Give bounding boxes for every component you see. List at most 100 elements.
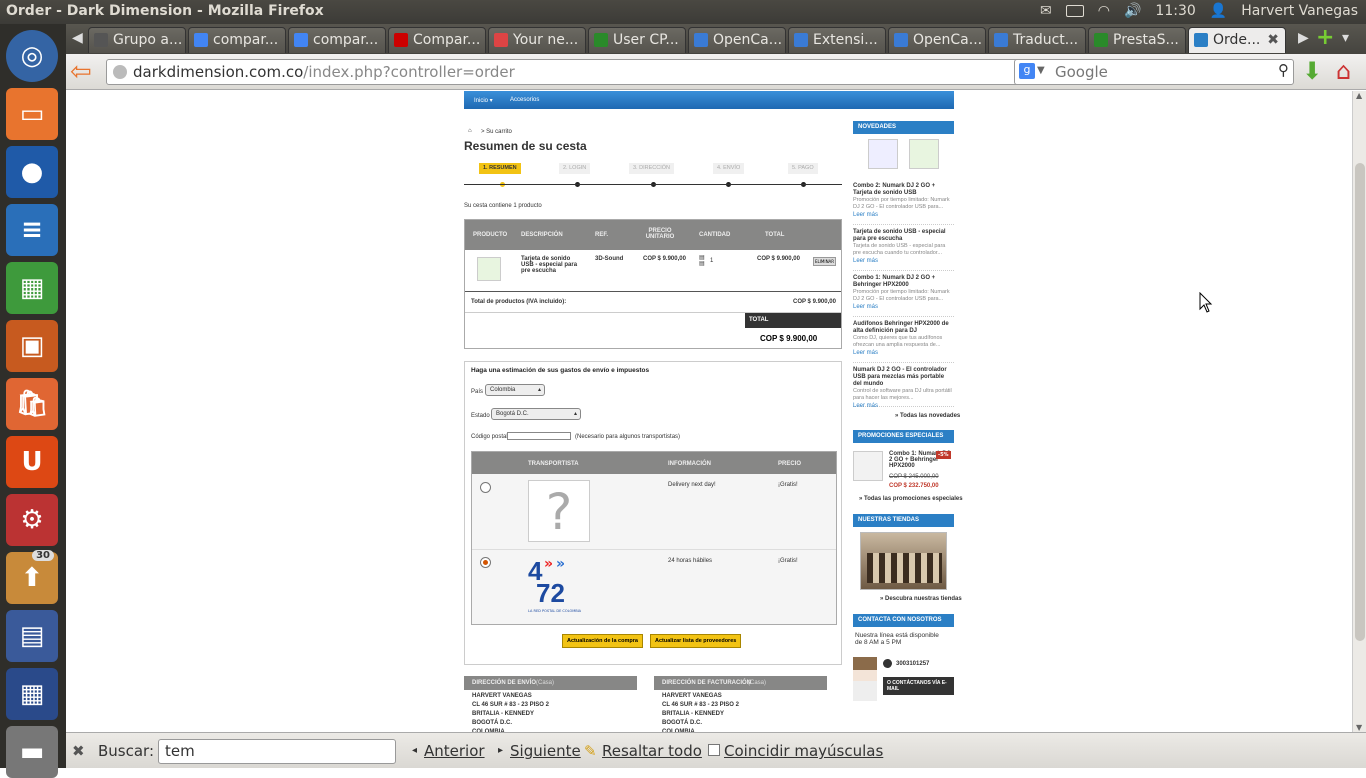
match-case-checkbox[interactable] (708, 744, 720, 756)
address-line: BOGOTÁ D.C. (472, 720, 512, 726)
menu-accesorios[interactable]: Accesorios (510, 97, 539, 103)
breadcrumb-home-icon[interactable]: ⌂ (468, 128, 472, 134)
state-select[interactable]: Bogotá D.C. ▴ (491, 408, 581, 420)
browser-tab[interactable]: Compar... (388, 27, 486, 53)
highlight-icon[interactable]: ✎ (584, 742, 597, 760)
match-case-label[interactable]: Coincidir mayúsculas (724, 742, 883, 760)
update-cart-button[interactable]: Actualización de la compra (562, 634, 643, 648)
find-next-button[interactable]: Siguiente (510, 742, 581, 760)
site-identity-icon[interactable] (113, 65, 127, 79)
browser-tab[interactable]: OpenCa... (888, 27, 986, 53)
browser-tab[interactable]: Traduct... (988, 27, 1086, 53)
firefox-icon[interactable]: ● (6, 146, 58, 198)
read-more-link[interactable]: Leer más (853, 303, 954, 311)
dash-home-icon[interactable]: ◎ (6, 30, 58, 82)
browser-tab[interactable]: User CP... (588, 27, 686, 53)
contact-email-button[interactable]: O CONTÁCTANOS VÍA E-MAIL (883, 677, 954, 695)
calc-icon[interactable]: ▦ (6, 262, 58, 314)
read-more-link[interactable]: Leer más (853, 402, 954, 410)
discover-stores-link[interactable]: » Descubra nuestras tiendas (880, 596, 962, 602)
user-name[interactable]: Harvert Vanegas (1241, 3, 1358, 19)
store-photo[interactable] (860, 532, 947, 590)
browser-tab[interactable]: PrestaS... (1088, 27, 1186, 53)
read-more-link[interactable]: Leer más (853, 349, 954, 357)
news-title[interactable]: Tarjeta de sonido USB - especial para pr… (853, 229, 954, 243)
find-input[interactable]: tem (158, 739, 396, 764)
news-title[interactable]: Audífonos Behringer HPX2000 de alta defi… (853, 321, 954, 335)
news-thumb-2[interactable] (909, 139, 939, 169)
browser-tab[interactable]: OpenCa... (688, 27, 786, 53)
scroll-down-icon[interactable]: ▼ (1356, 723, 1362, 732)
postcode-input[interactable] (507, 432, 571, 440)
read-more-link[interactable]: Leer más (853, 257, 954, 265)
writer-icon[interactable]: ≡ (6, 204, 58, 256)
address-line: BRITALIA - KENNEDY (662, 711, 724, 717)
delete-button[interactable]: ELIMINAR (813, 257, 837, 266)
tab-favicon-icon (994, 33, 1008, 47)
update-carriers-button[interactable]: Actualizar lista de proveedores (650, 634, 742, 648)
product-total: COP $ 9.900,00 (757, 256, 800, 262)
scrollbar-thumb[interactable] (1355, 163, 1365, 641)
url-bar[interactable]: darkdimension.com.co/index.php?controlle… (106, 59, 1076, 85)
ubuntu-one-icon[interactable]: U (6, 436, 58, 488)
trash-icon[interactable]: ▬ (6, 726, 58, 778)
google-engine-icon[interactable]: g (1019, 63, 1035, 79)
close-findbar-icon[interactable]: ✖ (72, 742, 85, 760)
mail-icon[interactable]: ✉ (1040, 3, 1052, 19)
tab-list-icon[interactable]: ▾ (1342, 30, 1349, 46)
news-title[interactable]: Combo 2: Numark DJ 2 GO + Tarjeta de son… (853, 183, 954, 197)
quantity-down-icon[interactable]: ▤ (699, 260, 705, 267)
carrier-1-price: ¡Gratis! (778, 482, 798, 488)
read-more-link[interactable]: Leer más (853, 211, 954, 219)
close-tab-icon[interactable]: ✖ (1267, 32, 1279, 48)
search-bar[interactable]: g ▼ Google ⚲ (1014, 59, 1294, 85)
impress-icon[interactable]: ▣ (6, 320, 58, 372)
browser-tab[interactable]: compar... (288, 27, 386, 53)
browser-tab[interactable]: Orde... ✖ (1188, 27, 1286, 53)
binary-file-icon[interactable]: ▤ (6, 610, 58, 662)
find-prev-button[interactable]: Anterior (424, 742, 485, 760)
scroll-tabs-left-icon[interactable]: ◀ (72, 30, 83, 46)
all-news-link[interactable]: » Todas las novedades (895, 413, 960, 419)
battery-icon[interactable] (1065, 5, 1084, 17)
home-icon[interactable]: ⌂ (1336, 57, 1351, 85)
checkout-step: 1. RESUMEN (479, 163, 521, 174)
workspace-switcher-icon[interactable]: ▦ (6, 668, 58, 720)
carrier-radio-1[interactable] (480, 482, 491, 493)
carrier-radio-2[interactable] (480, 557, 491, 568)
scroll-up-icon[interactable]: ▲ (1356, 91, 1362, 100)
browser-tab[interactable]: compar... (188, 27, 286, 53)
browser-tab[interactable]: Extensi... (788, 27, 886, 53)
software-center-icon[interactable]: 🛍 (6, 378, 58, 430)
user-icon[interactable]: 👤 (1210, 3, 1227, 19)
product-description[interactable]: Tarjeta de sonido USB - especial para pr… (521, 256, 581, 274)
browser-tab[interactable]: Grupo a... (88, 27, 186, 53)
prev-arrow-icon[interactable]: ◂ (412, 745, 417, 756)
update-manager-icon[interactable]: ⬆ 30 (6, 550, 58, 604)
engine-dropdown-icon[interactable]: ▼ (1037, 65, 1045, 76)
news-title[interactable]: Combo 1: Numark DJ 2 GO + Behringer HPX2… (853, 275, 954, 289)
clock[interactable]: 11:30 (1155, 3, 1195, 19)
tab-label: Extensi... (813, 32, 878, 48)
search-icon[interactable]: ⚲ (1278, 61, 1289, 79)
next-arrow-icon[interactable]: ▸ (498, 745, 503, 756)
volume-icon[interactable]: 🔊 (1124, 3, 1141, 19)
wifi-icon[interactable]: ◠ (1098, 3, 1110, 19)
downloads-icon[interactable]: ⬇ (1302, 57, 1322, 85)
product-quantity[interactable]: 1 (710, 258, 713, 264)
back-arrow-icon[interactable]: ⇦ (70, 57, 92, 87)
country-select[interactable]: Colombia ▴ (485, 384, 545, 396)
page-scrollbar[interactable]: ▲ ▼ (1352, 91, 1366, 732)
new-tab-icon[interactable]: + (1316, 25, 1334, 50)
highlight-all-button[interactable]: Resaltar todo (602, 742, 702, 760)
product-thumbnail[interactable] (477, 257, 501, 281)
system-settings-icon[interactable]: ⚙ (6, 494, 58, 546)
news-thumb-1[interactable] (868, 139, 898, 169)
promo-thumb[interactable] (853, 451, 883, 481)
scroll-tabs-right-icon[interactable]: ▶ (1298, 30, 1309, 46)
news-title[interactable]: Numark DJ 2 GO - El controlador USB para… (853, 367, 954, 388)
files-icon[interactable]: ▭ (6, 88, 58, 140)
menu-inicio[interactable]: Inicio ▾ (474, 97, 493, 104)
browser-tab[interactable]: Your ne... (488, 27, 586, 53)
all-promos-link[interactable]: » Todas las promociones especiales (859, 496, 963, 502)
